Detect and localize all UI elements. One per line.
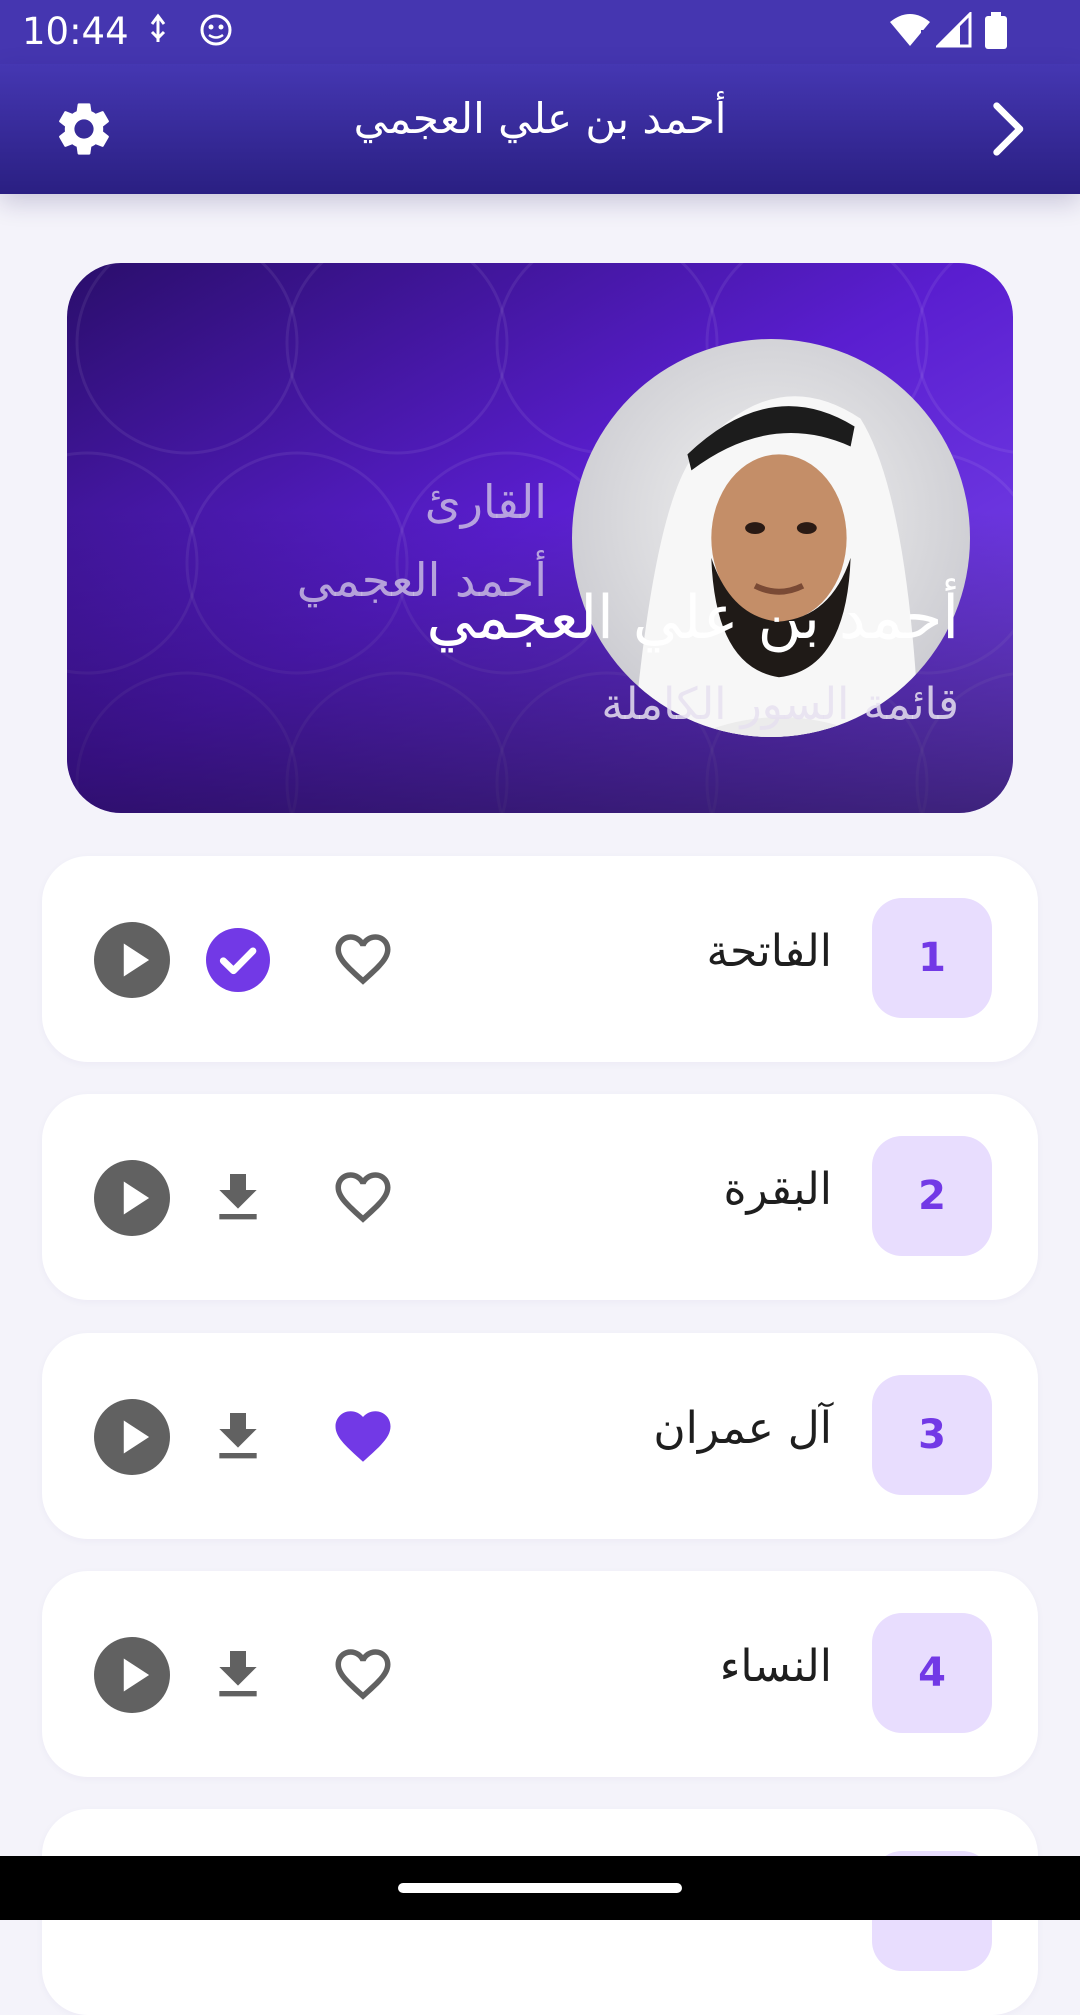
surah-number-badge: 2 <box>872 1136 992 1256</box>
surah-name: البقرة <box>723 1164 833 1215</box>
play-icon[interactable] <box>94 1399 170 1475</box>
app-bar: أحمد بن علي العجمي <box>0 64 1080 194</box>
surah-card[interactable]: البقرة 2 <box>42 1094 1038 1300</box>
surah-name: الفاتحة <box>706 926 832 977</box>
surah-card[interactable]: الفاتحة 1 <box>42 856 1038 1062</box>
status-bar: 10:44 <box>0 0 1080 64</box>
heart-outline-icon[interactable] <box>330 1164 396 1230</box>
heart-outline-icon[interactable] <box>330 1641 396 1707</box>
signal-icon <box>936 12 972 48</box>
reciter-banner: القارئ أحمد العجمي أحمد بن علي العجمي قا… <box>67 263 1013 813</box>
wifi-icon <box>890 14 930 46</box>
reciter-photo <box>572 339 970 737</box>
navigation-bar <box>0 1856 1080 1920</box>
status-time: 10:44 <box>22 10 129 53</box>
heart-filled-icon[interactable] <box>330 1403 396 1469</box>
play-icon[interactable] <box>94 1637 170 1713</box>
surah-number-badge: 4 <box>872 1613 992 1733</box>
surah-card[interactable]: آل عمران 3 <box>42 1333 1038 1539</box>
page-title: أحمد بن علي العجمي <box>353 94 727 143</box>
banner-subtitle: قائمة السور الكاملة <box>601 679 959 730</box>
surah-number-badge: 3 <box>872 1375 992 1495</box>
surah-name: النساء <box>719 1641 832 1692</box>
home-gesture-handle[interactable] <box>398 1883 682 1893</box>
chevron-right-icon[interactable] <box>976 98 1038 160</box>
reciter-name: أحمد بن علي العجمي <box>426 583 959 653</box>
downloaded-check-icon <box>206 928 270 992</box>
notification-app-icon <box>200 14 232 46</box>
settings-gear-icon[interactable] <box>52 97 116 161</box>
surah-number-badge: 1 <box>872 898 992 1018</box>
usb-debug-icon <box>150 13 166 42</box>
heart-outline-icon[interactable] <box>330 926 396 992</box>
battery-icon <box>985 12 1007 49</box>
play-icon[interactable] <box>94 1160 170 1236</box>
download-icon[interactable] <box>206 1405 270 1469</box>
surah-card[interactable]: النساء 4 <box>42 1571 1038 1777</box>
download-icon[interactable] <box>206 1643 270 1707</box>
download-icon[interactable] <box>206 1166 270 1230</box>
surah-name: آل عمران <box>653 1403 832 1454</box>
play-icon[interactable] <box>94 922 170 998</box>
